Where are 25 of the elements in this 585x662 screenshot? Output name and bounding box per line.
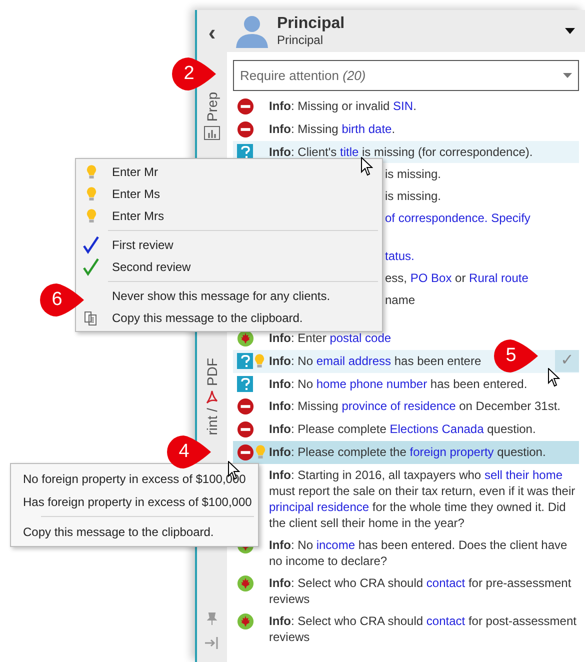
message-text: Info: Starting in 2016, all taxpayers who sell their home must report the sale on their tax return, even if it was their principal residence for the whole time they owned it. Did the client sell their home in the year? [269, 468, 576, 530]
profile-subtitle: Principal [277, 33, 324, 48]
message-text: is missing. [385, 166, 442, 182]
message-text: Info: Missing province of residence on December 31st. [269, 399, 560, 413]
message-text: Info: Please complete Elections Canada question. [269, 422, 536, 436]
message-text: Info: Select who CRA should contact for post-assessment reviews [269, 614, 576, 644]
message-text: Info: Please complete the foreign property question. [269, 445, 546, 459]
message-text: name [385, 292, 416, 308]
callout-badge: 6 [40, 283, 84, 317]
message-text: Info: Missing or invalid SIN. [269, 99, 416, 113]
message-text: Info: Select who CRA should contact for pre-assessment reviews [269, 576, 572, 606]
message-text: of correspondence. Specify [385, 210, 530, 226]
message-text: Info: No income has been entered. Does the client have no income to declare? [269, 538, 568, 568]
message-text: Info: Enter postal code [269, 331, 392, 345]
callout-badge: 5 [494, 339, 538, 373]
message-text: Info: No email address has been entere [269, 354, 482, 368]
message-text: is missing. [385, 188, 442, 204]
message-text: Info: Client's title is missing (for correspondence). [269, 145, 533, 159]
message-text: ess, PO Box or Rural route [385, 270, 528, 286]
message-text: Info: No home phone number has been entered. [269, 377, 528, 391]
profile-name: Principal [277, 14, 346, 33]
callout-badge: 4 [167, 435, 211, 469]
message-text: Info: Missing birth date. [269, 122, 396, 136]
message-text: tatus. [385, 248, 414, 264]
callout-badge: 2 [172, 57, 216, 91]
